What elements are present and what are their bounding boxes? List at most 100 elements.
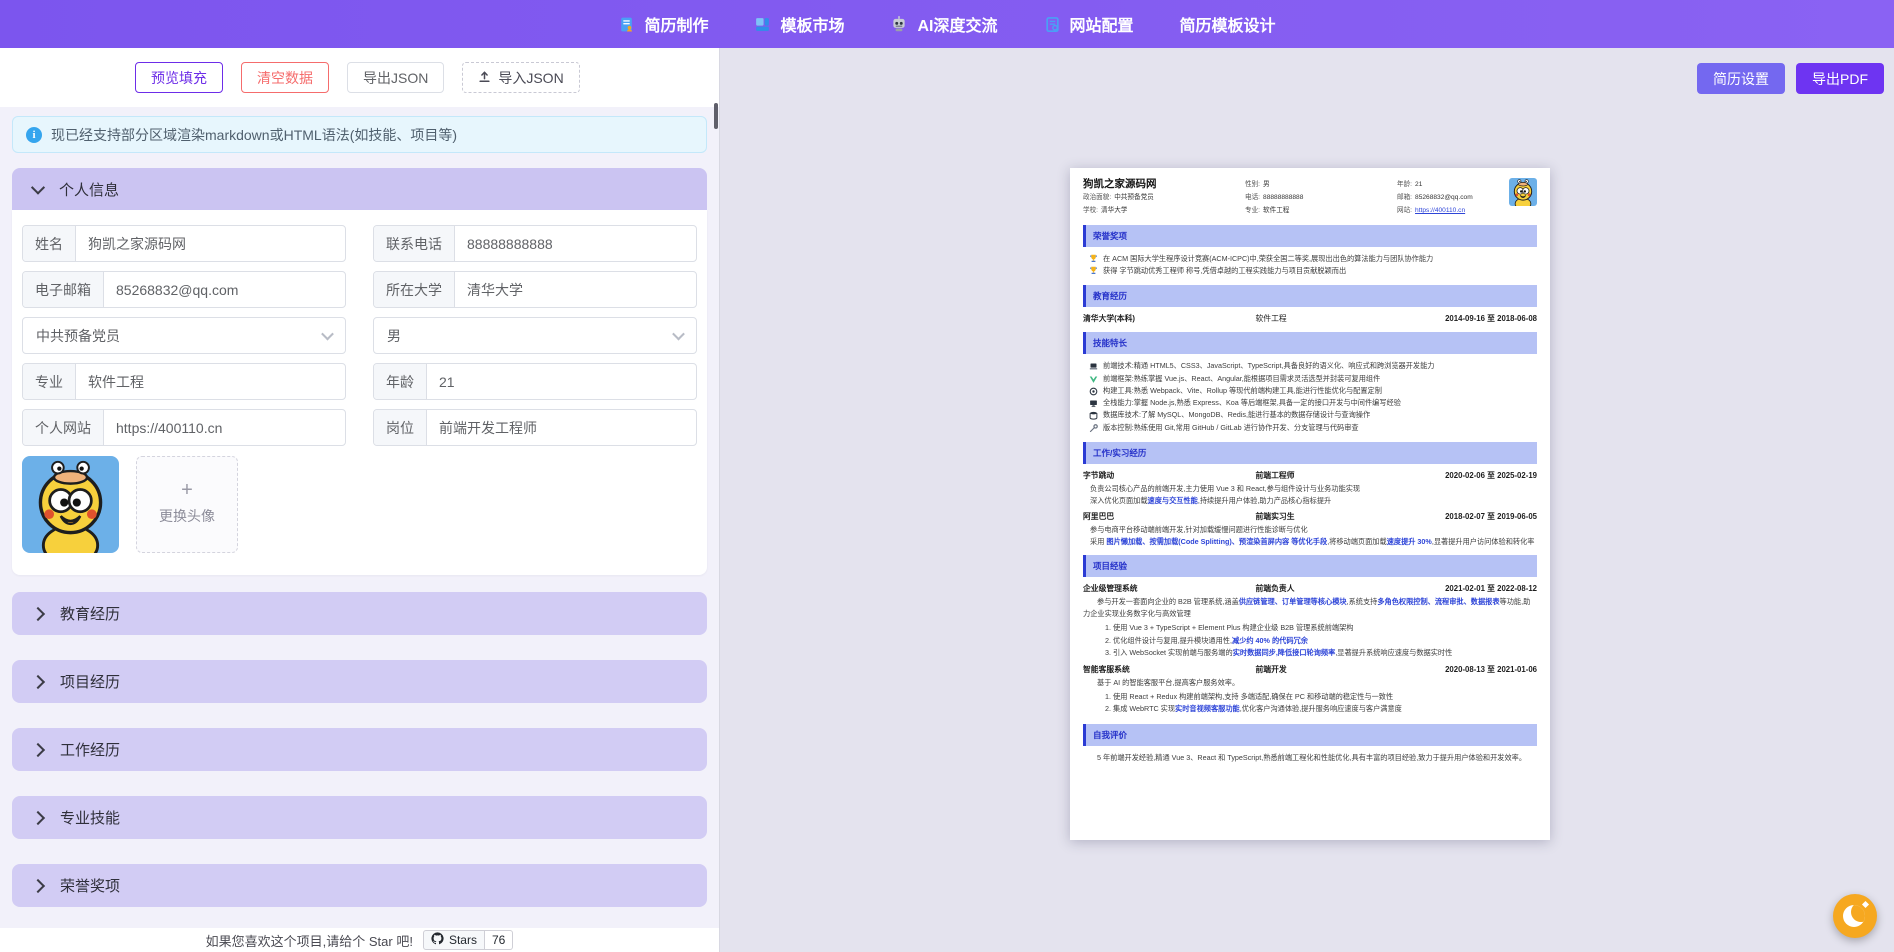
skill-item: 数据库技术:了解 MySQL、MongoDB、Redis,能进行基本的数据存储设… bbox=[1083, 409, 1537, 421]
info-value: 软件工程 bbox=[1263, 204, 1289, 217]
export-json-button[interactable]: 导出JSON bbox=[347, 62, 444, 93]
name-input[interactable] bbox=[76, 226, 345, 261]
skill-item: 前端框架:熟练掌握 Vue.js、React、Angular,能根据项目需求灵活… bbox=[1083, 373, 1537, 385]
skill-text: 全栈能力:掌握 Node.js,熟悉 Express、Koa 等后端框架,具备一… bbox=[1103, 397, 1401, 409]
nav-item-template-market[interactable]: 模板市场 bbox=[754, 12, 844, 36]
education-major: 软件工程 bbox=[1256, 313, 1410, 324]
university-field-group: 所在大学 bbox=[373, 271, 697, 308]
theme-toggle-button[interactable] bbox=[1833, 894, 1877, 938]
university-input[interactable] bbox=[455, 272, 696, 307]
work-company: 阿里巴巴 bbox=[1083, 511, 1256, 522]
change-avatar-button[interactable]: + 更换头像 bbox=[136, 456, 238, 553]
laptop-icon bbox=[1089, 362, 1098, 371]
collapse-bar[interactable]: 工作经历 bbox=[12, 728, 707, 771]
honor-text: 获得 字节跳动优秀工程师 称号,凭借卓越的工程实践能力与项目贡献脱颖而出 bbox=[1103, 265, 1346, 277]
collapse-bar[interactable]: 教育经历 bbox=[12, 592, 707, 635]
preview-actions: 简历设置 导出PDF bbox=[1697, 63, 1884, 94]
nav-item-resume-builder[interactable]: 简历制作 bbox=[618, 12, 708, 36]
resume-website-link[interactable]: https://400110.cn bbox=[1415, 204, 1465, 217]
nav-item-ai-chat[interactable]: AI深度交流 bbox=[890, 12, 997, 36]
age-input[interactable] bbox=[427, 364, 696, 399]
political-status-select[interactable]: 中共预备党员 bbox=[22, 317, 346, 354]
project-point: 引入 WebSocket 实现前端与服务端的实时数据同步,降低接口轮询频率,显著… bbox=[1113, 647, 1537, 660]
collapsed-sections: 教育经历 项目经历 工作经历 专业技能 荣誉奖项 bbox=[0, 592, 719, 907]
skill-item: 全栈能力:掌握 Node.js,熟悉 Express、Koa 等后端框架,具备一… bbox=[1083, 397, 1537, 409]
text-segment: 供应链管理、订单管理等核心模块 bbox=[1239, 597, 1347, 606]
work-line: 采用 图片懒加载、按需加载(Code Splitting)、预渲染首屏内容 等优… bbox=[1090, 536, 1537, 548]
phone-input[interactable] bbox=[455, 226, 696, 261]
info-value: 男 bbox=[1263, 178, 1270, 191]
major-input[interactable] bbox=[76, 364, 345, 399]
nav-item-site-config[interactable]: 网站配置 bbox=[1044, 12, 1134, 36]
moon-icon bbox=[1843, 905, 1865, 927]
text-segment: 使用 React + Redux 构建前端架构,支持 多端适配,确保在 PC 和… bbox=[1113, 692, 1393, 701]
project-date: 2021-02-01 至 2022-08-12 bbox=[1410, 583, 1537, 594]
clear-data-button[interactable]: 清空数据 bbox=[241, 62, 329, 93]
project-point: 集成 WebRTC 实现实时音视频客服功能,优化客户沟通体验,提升服务响应速度与… bbox=[1113, 703, 1537, 716]
collapse-bar[interactable]: 专业技能 bbox=[12, 796, 707, 839]
stars-count: 76 bbox=[485, 930, 513, 950]
chevron-right-icon bbox=[31, 606, 45, 620]
position-field-label: 岗位 bbox=[374, 410, 427, 445]
nav-label: 简历制作 bbox=[644, 12, 708, 36]
info-value: 中共预备党员 bbox=[1114, 191, 1154, 204]
email-input[interactable] bbox=[104, 272, 345, 307]
resume-header: 狗凯之家源码网 政治面貌:中共预备党员 学校:清华大学 性别:男 电话:8888… bbox=[1083, 178, 1537, 217]
resume-name: 狗凯之家源码网 bbox=[1083, 178, 1241, 191]
export-pdf-button[interactable]: 导出PDF bbox=[1796, 63, 1884, 94]
chevron-right-icon bbox=[31, 674, 45, 688]
resume-settings-button[interactable]: 简历设置 bbox=[1697, 63, 1785, 94]
project-description: 参与开发一套面向企业的 B2B 管理系统,涵盖供应链管理、订单管理等核心模块,系… bbox=[1083, 596, 1537, 620]
nav-label: 简历模板设计 bbox=[1180, 12, 1276, 36]
skill-text: 数据库技术:了解 MySQL、MongoDB、Redis,能进行基本的数据存储设… bbox=[1103, 409, 1370, 421]
avatar-image[interactable] bbox=[22, 456, 119, 553]
website-input[interactable] bbox=[104, 410, 345, 445]
major-field-label: 专业 bbox=[23, 364, 76, 399]
resume-section-title-projects: 项目经验 bbox=[1083, 555, 1537, 577]
site-config-icon bbox=[1044, 16, 1061, 33]
text-segment: 集成 WebRTC 实现 bbox=[1113, 704, 1175, 713]
framework-icon bbox=[1089, 375, 1098, 384]
nav-label: 模板市场 bbox=[780, 12, 844, 36]
nav-item-template-design[interactable]: 简历模板设计 bbox=[1180, 12, 1276, 36]
stars-label: Stars bbox=[449, 933, 477, 947]
work-item: 阿里巴巴 前端实习生 2018-02-07 至 2019-06-05 参与电商平… bbox=[1083, 511, 1537, 548]
gender-select[interactable]: 男 bbox=[373, 317, 697, 354]
personal-info-card: 姓名 联系电话 电子邮箱 所在大学 中共预备党员 男 bbox=[12, 210, 707, 575]
import-json-button[interactable]: 导入JSON bbox=[462, 62, 579, 93]
resume-doc-icon bbox=[618, 16, 635, 33]
skill-item: 构建工具:熟悉 Webpack、Vite、Rollup 等现代前端构建工具,能进… bbox=[1083, 385, 1537, 397]
personal-info-section-header[interactable]: 个人信息 bbox=[12, 168, 707, 210]
position-input[interactable] bbox=[427, 410, 696, 445]
info-icon: i bbox=[26, 127, 42, 143]
chevron-right-icon bbox=[31, 810, 45, 824]
text-segment: ,显著提升用户访问体验和转化率 bbox=[1432, 537, 1535, 546]
email-field-label: 电子邮箱 bbox=[23, 272, 104, 307]
skill-text: 版本控制:熟练使用 Git,常用 GitHub / GitLab 进行协作开发、… bbox=[1103, 422, 1359, 434]
education-row: 清华大学(本科) 软件工程 2014-09-16 至 2018-06-08 bbox=[1083, 313, 1537, 324]
text-segment: 实时数据同步,降低接口轮询频率 bbox=[1233, 648, 1336, 657]
scrollbar-thumb[interactable] bbox=[714, 103, 718, 129]
plus-icon: + bbox=[181, 483, 193, 497]
work-role: 前端工程师 bbox=[1256, 470, 1410, 481]
website-field-label: 个人网站 bbox=[23, 410, 104, 445]
collapse-bar-label: 荣誉奖项 bbox=[60, 875, 120, 896]
text-segment: ,将移动端页面加载 bbox=[1327, 537, 1387, 546]
nav-label: AI深度交流 bbox=[917, 12, 997, 36]
collapse-bar[interactable]: 荣誉奖项 bbox=[12, 864, 707, 907]
text-segment: 负责公司核心产品的前端开发,主力使用 Vue 3 和 React,参与组件设计与… bbox=[1090, 484, 1360, 493]
collapse-bar[interactable]: 项目经历 bbox=[12, 660, 707, 703]
collapse-bar-label: 教育经历 bbox=[60, 603, 120, 624]
markdown-support-alert: i 现已经支持部分区域渲染markdown或HTML语法(如技能、项目等) bbox=[12, 116, 707, 153]
text-segment: 采用 bbox=[1090, 537, 1106, 546]
info-label: 学校: bbox=[1083, 204, 1098, 217]
github-stars-badge[interactable]: Stars 76 bbox=[423, 930, 513, 950]
honor-text: 在 ACM 国际大学生程序设计竞赛(ACM-ICPC)中,荣获全国二等奖,展现出… bbox=[1103, 253, 1433, 265]
project-point-list: 使用 React + Redux 构建前端架构,支持 多端适配,确保在 PC 和… bbox=[1083, 691, 1537, 716]
collapse-bar-label: 专业技能 bbox=[60, 807, 120, 828]
skill-item: 版本控制:熟练使用 Git,常用 GitHub / GitLab 进行协作开发、… bbox=[1083, 422, 1537, 434]
resume-avatar bbox=[1509, 178, 1537, 206]
preview-fill-button[interactable]: 预览填充 bbox=[135, 62, 223, 93]
text-segment: 图片懒加载、按需加载(Code Splitting)、预渲染首屏内容 等优化手段 bbox=[1106, 537, 1327, 546]
editor-panel: 预览填充 清空数据 导出JSON 导入JSON i 现已经支持部分区域渲染mar… bbox=[0, 48, 720, 952]
